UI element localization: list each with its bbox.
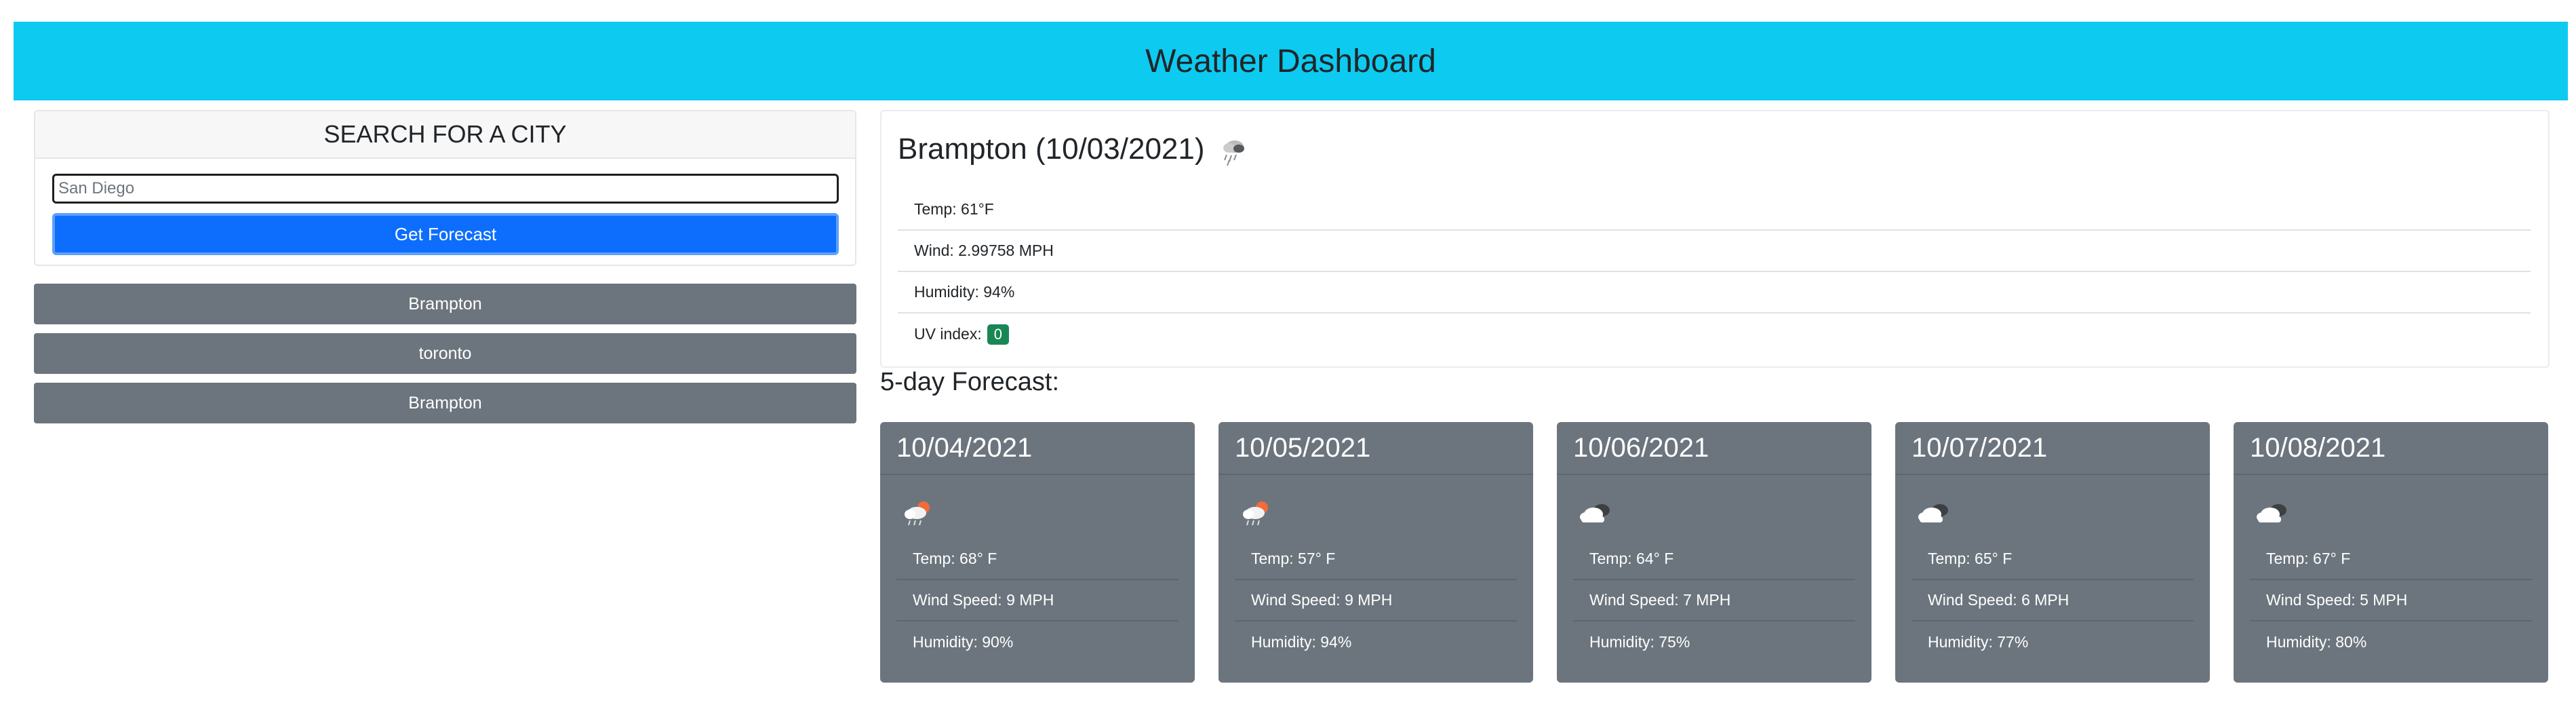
forecast-details: Temp: 64° F Wind Speed: 7 MPH Humidity: … [1573,539,1855,663]
cloudy-icon [1916,498,1952,528]
forecast-date: 10/04/2021 [896,432,1033,463]
forecast-card-header: 10/04/2021 [880,422,1195,475]
get-forecast-button[interactable]: Get Forecast [52,213,839,255]
forecast-cards: 10/04/2021 Temp: 68° F Wind Speed: 9 MPH… [880,422,2550,683]
forecast-humidity: Humidity: 80% [2266,633,2367,651]
search-heading: SEARCH FOR A CITY [323,120,567,148]
forecast-humidity: Humidity: 75% [1589,633,1690,651]
forecast-heading: 5-day Forecast: [880,368,1059,396]
forecast-wind: Wind Speed: 5 MPH [2250,580,2532,622]
forecast-details: Temp: 57° F Wind Speed: 9 MPH Humidity: … [1235,539,1517,663]
app-header: Weather Dashboard [14,22,2568,100]
current-humidity: Humidity: 94% [898,272,2531,313]
uv-badge: 0 [987,324,1009,345]
cloudy-icon [1577,498,1614,528]
history-city-button[interactable]: toronto [34,333,856,374]
forecast-temp: Temp: 68° F [896,539,1178,580]
uv-label: UV index: [914,325,982,343]
forecast-details: Temp: 65° F Wind Speed: 6 MPH Humidity: … [1911,539,2194,663]
current-wind: Wind: 2.99758 MPH [898,231,2531,272]
forecast-details: Temp: 68° F Wind Speed: 9 MPH Humidity: … [896,539,1178,663]
history-city-button[interactable]: Brampton [34,383,856,423]
current-weather-title: Brampton (10/03/2021) [898,130,1252,168]
forecast-card: 10/06/2021 Temp: 64° F Wind Speed: 7 MPH… [1557,422,1871,683]
forecast-card-header: 10/06/2021 [1557,422,1871,475]
forecast-details: Temp: 67° F Wind Speed: 5 MPH Humidity: … [2250,539,2532,663]
forecast-wind: Wind Speed: 7 MPH [1573,580,1855,622]
sun-rain-cloud-icon [900,498,937,528]
forecast-temp: Temp: 67° F [2250,539,2532,580]
search-panel: SEARCH FOR A CITY Get Forecast [34,110,856,266]
forecast-temp: Temp: 65° F [1911,539,2194,580]
city-search-input[interactable] [52,174,839,204]
forecast-wind: Wind Speed: 9 MPH [1235,580,1517,622]
forecast-temp: Temp: 57° F [1235,539,1517,580]
forecast-card-header: 10/07/2021 [1895,422,2210,475]
search-history-list: Brampton toronto Brampton [34,284,856,432]
search-panel-header: SEARCH FOR A CITY [35,111,855,159]
forecast-card: 10/07/2021 Temp: 65° F Wind Speed: 6 MPH… [1895,422,2210,683]
current-temp: Temp: 61°F [898,189,2531,231]
forecast-card-header: 10/05/2021 [1218,422,1533,475]
forecast-card: 10/08/2021 Temp: 67° F Wind Speed: 5 MPH… [2234,422,2548,683]
cloudy-icon [2254,498,2291,528]
forecast-humidity: Humidity: 90% [913,633,1014,651]
forecast-temp: Temp: 64° F [1573,539,1855,580]
current-weather-details: Temp: 61°F Wind: 2.99758 MPH Humidity: 9… [898,189,2531,355]
current-uv: UV index: 0 [898,313,2531,355]
rain-icon [1214,130,1252,168]
sun-rain-cloud-icon [1239,498,1275,528]
forecast-wind: Wind Speed: 6 MPH [1911,580,2194,622]
forecast-card: 10/04/2021 Temp: 68° F Wind Speed: 9 MPH… [880,422,1195,683]
forecast-date: 10/08/2021 [2250,432,2386,463]
page-title: Weather Dashboard [1145,43,1436,79]
current-weather-card: Brampton (10/03/2021) Temp: 61°F Wind: 2… [880,110,2550,368]
forecast-humidity: Humidity: 77% [1928,633,2029,651]
forecast-humidity: Humidity: 94% [1251,633,1352,651]
forecast-card: 10/05/2021 Temp: 57° F Wind Speed: 9 MPH… [1218,422,1533,683]
history-city-button[interactable]: Brampton [34,284,856,324]
forecast-wind: Wind Speed: 9 MPH [896,580,1178,622]
forecast-card-header: 10/08/2021 [2234,422,2548,475]
forecast-date: 10/05/2021 [1235,432,1371,463]
forecast-date: 10/07/2021 [1911,432,2048,463]
forecast-date: 10/06/2021 [1573,432,1709,463]
current-city-date: Brampton (10/03/2021) [898,132,1205,166]
